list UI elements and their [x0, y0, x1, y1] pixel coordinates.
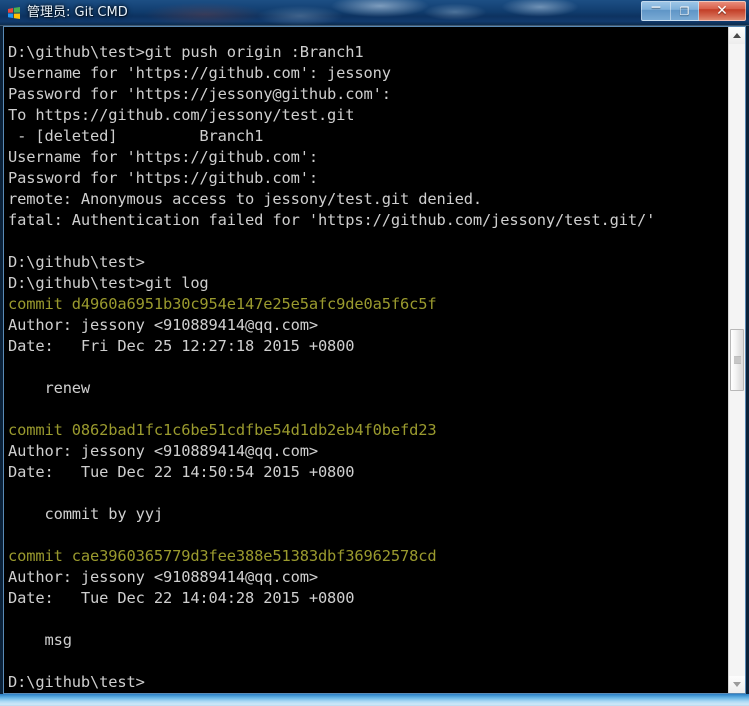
- console-line: Username for 'https://github.com': jesso…: [8, 64, 391, 82]
- minimize-icon: ─: [651, 0, 661, 16]
- console-text-buffer: D:\github\test>git push origin :Branch1 U…: [8, 42, 655, 693]
- scrollbar-thumb[interactable]: [730, 329, 744, 391]
- chevron-down-icon: [733, 682, 741, 687]
- console-line: renew: [8, 379, 91, 397]
- console-line: - [deleted] Branch1: [8, 127, 264, 145]
- vertical-scrollbar[interactable]: [728, 27, 745, 693]
- console-output[interactable]: D:\github\test>git push origin :Branch1 U…: [4, 27, 730, 693]
- console-line: commit cae3960365779d3fee388e51383dbf369…: [8, 547, 437, 565]
- console-line: To https://github.com/jessony/test.git: [8, 106, 355, 124]
- console-line: commit d4960a6951b30c954e147e25e5afc9de0…: [8, 295, 437, 313]
- scroll-down-button[interactable]: [729, 676, 745, 693]
- console-line: Date: Fri Dec 25 12:27:18 2015 +0800: [8, 337, 355, 355]
- console-line: Author: jessony <910889414@qq.com>: [8, 568, 318, 586]
- window-bottom-edge: [0, 694, 749, 706]
- console-line: Username for 'https://github.com':: [8, 148, 318, 166]
- chevron-up-icon: [733, 33, 741, 38]
- minimize-button[interactable]: ─: [641, 0, 670, 21]
- console-line: D:\github\test>: [8, 253, 145, 271]
- console-line: fatal: Authentication failed for 'https:…: [8, 211, 656, 229]
- console-window: 管理员: Git CMD ─ ❐ ✕ D:\github\test>git pu…: [0, 0, 749, 706]
- git-cmd-icon: [6, 5, 22, 21]
- console-client-area: D:\github\test>git push origin :Branch1 U…: [3, 26, 746, 694]
- console-line: remote: Anonymous access to jessony/test…: [8, 190, 483, 208]
- console-line: D:\github\test>: [8, 673, 145, 691]
- console-line: commit by yyj: [8, 505, 163, 523]
- console-line: Date: Tue Dec 22 14:04:28 2015 +0800: [8, 589, 355, 607]
- scrollbar-track[interactable]: [729, 44, 745, 676]
- console-line: commit 0862bad1fc1c6be51cdfbe54d1db2eb4f…: [8, 421, 437, 439]
- console-line: Author: jessony <910889414@qq.com>: [8, 316, 318, 334]
- maximize-button[interactable]: ❐: [670, 1, 699, 21]
- window-title: 管理员: Git CMD: [27, 5, 128, 20]
- console-line: D:\github\test>git log: [8, 274, 209, 292]
- close-icon: ✕: [716, 3, 728, 19]
- window-controls: ─ ❐ ✕: [641, 0, 746, 22]
- scroll-up-button[interactable]: [729, 27, 745, 44]
- console-line: Date: Tue Dec 22 14:50:54 2015 +0800: [8, 463, 355, 481]
- scrollbar-grip-icon: [734, 356, 741, 364]
- title-bar[interactable]: 管理员: Git CMD ─ ❐ ✕: [0, 0, 749, 26]
- restore-icon: ❐: [679, 4, 690, 18]
- console-line: msg: [8, 631, 72, 649]
- console-line: Password for 'https://jessony@github.com…: [8, 85, 391, 103]
- console-line: D:\github\test>git push origin :Branch1: [8, 43, 364, 61]
- titlebar-reflection: [120, 0, 290, 26]
- console-line: Password for 'https://github.com':: [8, 169, 318, 187]
- close-button[interactable]: ✕: [699, 1, 746, 21]
- console-line: Author: jessony <910889414@qq.com>: [8, 442, 318, 460]
